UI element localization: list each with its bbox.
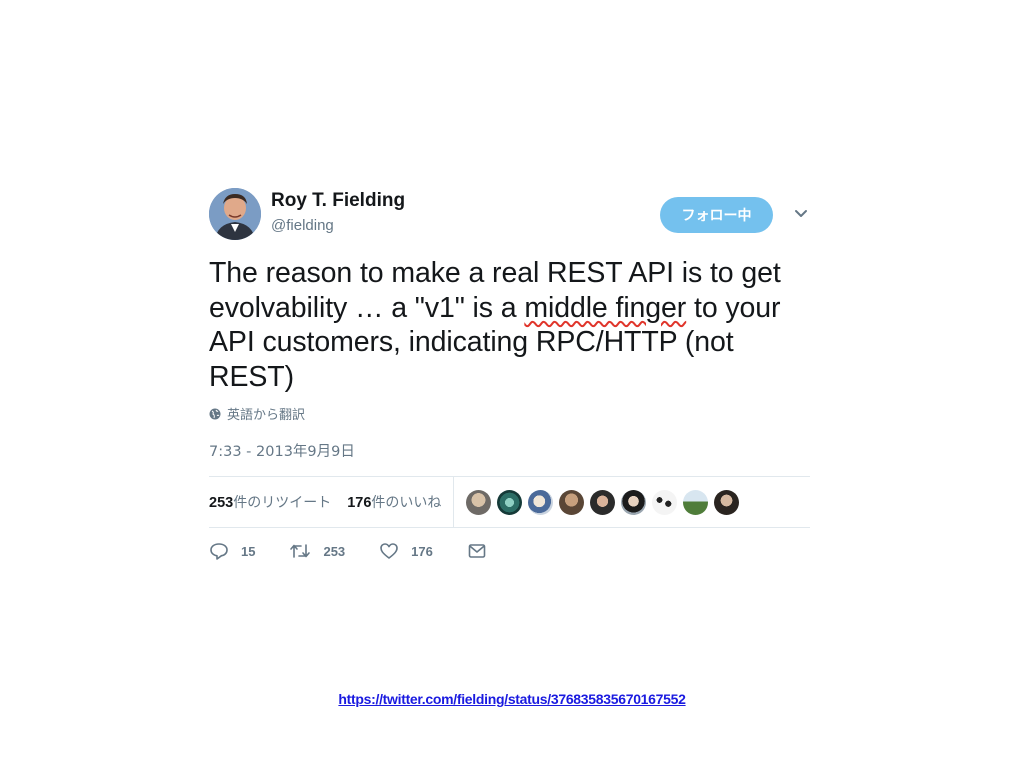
like-count: 176 xyxy=(411,543,433,559)
following-button[interactable]: フォロー中 xyxy=(660,197,773,233)
reply-count: 15 xyxy=(241,543,256,559)
tweet-text-underlined: middle finger xyxy=(524,291,687,324)
retweets-stat[interactable]: 253件のリツイート xyxy=(209,492,331,512)
tweet-header: Roy T. Fielding @fielding フォロー中 xyxy=(209,186,810,244)
retweet-count: 253 xyxy=(323,543,346,559)
translate-label[interactable]: 英語から翻訳 xyxy=(227,404,305,423)
stats-divider xyxy=(453,477,455,527)
mail-icon xyxy=(468,544,486,558)
reply-button[interactable]: 15 xyxy=(209,541,255,561)
liker-avatar[interactable] xyxy=(590,489,616,515)
liker-avatar[interactable] xyxy=(528,489,554,515)
liker-avatar[interactable] xyxy=(497,489,523,515)
likes-count: 176 xyxy=(347,495,372,511)
liker-avatars xyxy=(466,489,740,515)
author-avatar[interactable] xyxy=(209,188,261,240)
liker-avatar[interactable] xyxy=(714,489,740,515)
liker-avatar[interactable] xyxy=(683,489,709,515)
heart-icon xyxy=(380,543,398,559)
source-link[interactable]: https://twitter.com/fielding/status/3768… xyxy=(0,691,1024,707)
tweet-text: The reason to make a real REST API is to… xyxy=(209,256,814,394)
retweets-count: 253 xyxy=(209,495,234,511)
liker-avatar[interactable] xyxy=(652,489,678,515)
tweet-stats: 253件のリツイート 176件のいいね xyxy=(209,476,810,528)
tweet-timestamp[interactable]: 7:33 - 2013年9月9日 xyxy=(209,440,810,461)
globe-icon xyxy=(209,408,221,419)
caret-down-icon[interactable] xyxy=(792,205,810,223)
retweet-button[interactable]: 253 xyxy=(289,541,345,561)
tweet-actions: 15 253 176 xyxy=(209,541,810,561)
liker-avatar[interactable] xyxy=(466,489,492,515)
author-handle[interactable]: @fielding xyxy=(271,217,334,234)
tweet-card: Roy T. Fielding @fielding フォロー中 The reas… xyxy=(209,186,810,561)
author-name[interactable]: Roy T. Fielding xyxy=(271,190,405,212)
direct-message-button[interactable] xyxy=(467,541,487,561)
retweets-label: 件のリツイート xyxy=(233,495,332,511)
reply-icon xyxy=(210,543,228,560)
liker-avatar[interactable] xyxy=(621,489,647,515)
likes-stat[interactable]: 176件のいいね xyxy=(347,492,441,512)
retweet-icon xyxy=(290,544,311,558)
liker-avatar[interactable] xyxy=(559,489,585,515)
translate-link[interactable]: 英語から翻訳 xyxy=(209,404,810,423)
like-button[interactable]: 176 xyxy=(379,541,433,561)
likes-label: 件のいいね xyxy=(371,495,442,511)
